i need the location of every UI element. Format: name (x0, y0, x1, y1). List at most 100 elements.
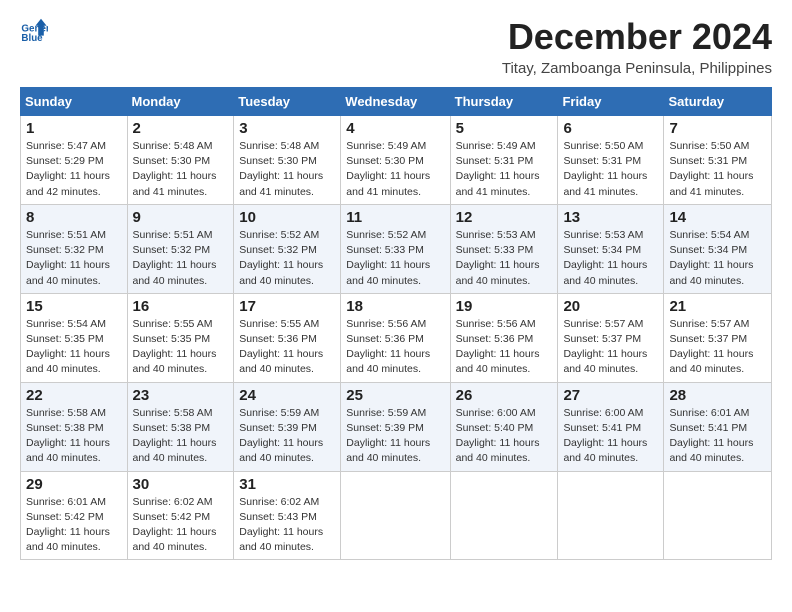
calendar-cell: 12Sunrise: 5:53 AMSunset: 5:33 PMDayligh… (450, 204, 558, 293)
day-info: Sunrise: 6:00 AMSunset: 5:40 PMDaylight:… (456, 406, 553, 467)
day-info: Sunrise: 5:53 AMSunset: 5:34 PMDaylight:… (563, 228, 658, 289)
day-number: 27 (563, 387, 658, 404)
day-number: 20 (563, 298, 658, 315)
day-number: 15 (26, 298, 122, 315)
calendar-cell: 30Sunrise: 6:02 AMSunset: 5:42 PMDayligh… (127, 471, 234, 560)
weekday-header-thursday: Thursday (450, 88, 558, 116)
calendar-cell: 14 Sunrise: 5:54 AMSunset: 5:34 PMDayligh… (664, 204, 772, 293)
calendar-cell: 24 Sunrise: 5:59 AMSunset: 5:39 PMDayligh… (234, 382, 341, 471)
calendar-cell: 9Sunrise: 5:51 AMSunset: 5:32 PMDaylight… (127, 204, 234, 293)
calendar-cell: 21Sunrise: 5:57 AMSunset: 5:37 PMDayligh… (664, 293, 772, 382)
day-number: 7 (669, 120, 766, 137)
day-info: Sunrise: 5:47 AMSunset: 5:29 PMDaylight:… (26, 139, 122, 200)
calendar-cell: 17Sunrise: 5:55 AMSunset: 5:36 PMDayligh… (234, 293, 341, 382)
logo: General Blue (20, 16, 52, 44)
day-info: Sunrise: 5:49 AMSunset: 5:30 PMDaylight:… (346, 139, 444, 200)
day-info: Sunrise: 5:48 AMSunset: 5:30 PMDaylight:… (239, 139, 335, 200)
calendar-week-row: 8 Sunrise: 5:51 AMSunset: 5:32 PMDaylight… (21, 204, 772, 293)
weekday-header-tuesday: Tuesday (234, 88, 341, 116)
day-info: Sunrise: 5:48 AMSunset: 5:30 PMDaylight:… (133, 139, 229, 200)
day-info: Sunrise: 5:58 AMSunset: 5:38 PMDaylight:… (26, 406, 122, 467)
calendar-week-row: 22 Sunrise: 5:58 AMSunset: 5:38 PMDayligh… (21, 382, 772, 471)
calendar-cell: 20 Sunrise: 5:57 AMSunset: 5:37 PMDayligh… (558, 293, 664, 382)
day-number: 6 (563, 120, 658, 137)
day-info: Sunrise: 5:55 AMSunset: 5:35 PMDaylight:… (133, 317, 229, 378)
calendar-cell: 5 Sunrise: 5:49 AMSunset: 5:31 PMDaylight… (450, 116, 558, 205)
day-info: Sunrise: 5:50 AMSunset: 5:31 PMDaylight:… (669, 139, 766, 200)
weekday-header-sunday: Sunday (21, 88, 128, 116)
day-info: Sunrise: 6:01 AMSunset: 5:42 PMDaylight:… (26, 495, 122, 556)
day-info: Sunrise: 5:57 AMSunset: 5:37 PMDaylight:… (563, 317, 658, 378)
calendar-cell: 6Sunrise: 5:50 AMSunset: 5:31 PMDaylight… (558, 116, 664, 205)
day-number: 21 (669, 298, 766, 315)
page-wrapper: General Blue December 2024 Titay, Zamboa… (20, 16, 772, 560)
day-number: 2 (133, 120, 229, 137)
day-number: 4 (346, 120, 444, 137)
day-number: 31 (239, 476, 335, 493)
day-number: 28 (669, 387, 766, 404)
calendar-cell: 15 Sunrise: 5:54 AMSunset: 5:35 PMDayligh… (21, 293, 128, 382)
day-info: Sunrise: 5:59 AMSunset: 5:39 PMDaylight:… (346, 406, 444, 467)
calendar-cell (664, 471, 772, 560)
day-number: 18 (346, 298, 444, 315)
day-number: 14 (669, 209, 766, 226)
day-info: Sunrise: 5:54 AMSunset: 5:34 PMDaylight:… (669, 228, 766, 289)
day-number: 29 (26, 476, 122, 493)
calendar-cell: 2 Sunrise: 5:48 AMSunset: 5:30 PMDaylight… (127, 116, 234, 205)
calendar-table: SundayMondayTuesdayWednesdayThursdayFrid… (20, 87, 772, 560)
day-info: Sunrise: 5:51 AMSunset: 5:32 PMDaylight:… (133, 228, 229, 289)
calendar-cell (558, 471, 664, 560)
calendar-cell: 28 Sunrise: 6:01 AMSunset: 5:41 PMDayligh… (664, 382, 772, 471)
day-info: Sunrise: 5:59 AMSunset: 5:39 PMDaylight:… (239, 406, 335, 467)
logo-icon: General Blue (20, 16, 48, 44)
day-number: 12 (456, 209, 553, 226)
day-number: 25 (346, 387, 444, 404)
title-section: December 2024 Titay, Zamboanga Peninsula… (502, 16, 772, 77)
day-number: 13 (563, 209, 658, 226)
location-title: Titay, Zamboanga Peninsula, Philippines (502, 60, 772, 77)
day-number: 16 (133, 298, 229, 315)
day-number: 17 (239, 298, 335, 315)
calendar-cell: 16 Sunrise: 5:55 AMSunset: 5:35 PMDayligh… (127, 293, 234, 382)
calendar-cell: 25 Sunrise: 5:59 AMSunset: 5:39 PMDayligh… (341, 382, 450, 471)
calendar-cell: 29 Sunrise: 6:01 AMSunset: 5:42 PMDayligh… (21, 471, 128, 560)
calendar-week-row: 1 Sunrise: 5:47 AMSunset: 5:29 PMDaylight… (21, 116, 772, 205)
calendar-cell (341, 471, 450, 560)
calendar-cell: 1 Sunrise: 5:47 AMSunset: 5:29 PMDaylight… (21, 116, 128, 205)
weekday-header-monday: Monday (127, 88, 234, 116)
day-number: 11 (346, 209, 444, 226)
day-number: 22 (26, 387, 122, 404)
day-info: Sunrise: 5:51 AMSunset: 5:32 PMDaylight:… (26, 228, 122, 289)
calendar-cell: 22 Sunrise: 5:58 AMSunset: 5:38 PMDayligh… (21, 382, 128, 471)
day-info: Sunrise: 6:02 AMSunset: 5:43 PMDaylight:… (239, 495, 335, 556)
day-info: Sunrise: 5:52 AMSunset: 5:32 PMDaylight:… (239, 228, 335, 289)
day-info: Sunrise: 5:52 AMSunset: 5:33 PMDaylight:… (346, 228, 444, 289)
day-number: 24 (239, 387, 335, 404)
day-number: 1 (26, 120, 122, 137)
day-number: 23 (133, 387, 229, 404)
day-number: 3 (239, 120, 335, 137)
day-number: 26 (456, 387, 553, 404)
day-number: 10 (239, 209, 335, 226)
day-info: Sunrise: 5:56 AMSunset: 5:36 PMDaylight:… (456, 317, 553, 378)
calendar-cell: 10 Sunrise: 5:52 AMSunset: 5:32 PMDayligh… (234, 204, 341, 293)
day-number: 8 (26, 209, 122, 226)
calendar-cell: 8 Sunrise: 5:51 AMSunset: 5:32 PMDaylight… (21, 204, 128, 293)
weekday-header-row: SundayMondayTuesdayWednesdayThursdayFrid… (21, 88, 772, 116)
calendar-week-row: 15 Sunrise: 5:54 AMSunset: 5:35 PMDayligh… (21, 293, 772, 382)
day-info: Sunrise: 5:56 AMSunset: 5:36 PMDaylight:… (346, 317, 444, 378)
day-info: Sunrise: 6:01 AMSunset: 5:41 PMDaylight:… (669, 406, 766, 467)
day-number: 30 (133, 476, 229, 493)
day-info: Sunrise: 5:58 AMSunset: 5:38 PMDaylight:… (133, 406, 229, 467)
calendar-cell: 4 Sunrise: 5:49 AMSunset: 5:30 PMDaylight… (341, 116, 450, 205)
calendar-cell: 3 Sunrise: 5:48 AMSunset: 5:30 PMDaylight… (234, 116, 341, 205)
day-info: Sunrise: 5:49 AMSunset: 5:31 PMDaylight:… (456, 139, 553, 200)
calendar-cell: 23 Sunrise: 5:58 AMSunset: 5:38 PMDayligh… (127, 382, 234, 471)
calendar-week-row: 29 Sunrise: 6:01 AMSunset: 5:42 PMDayligh… (21, 471, 772, 560)
calendar-cell: 27 Sunrise: 6:00 AMSunset: 5:41 PMDayligh… (558, 382, 664, 471)
day-info: Sunrise: 5:54 AMSunset: 5:35 PMDaylight:… (26, 317, 122, 378)
day-info: Sunrise: 6:00 AMSunset: 5:41 PMDaylight:… (563, 406, 658, 467)
calendar-cell: 7 Sunrise: 5:50 AMSunset: 5:31 PMDaylight… (664, 116, 772, 205)
calendar-cell: 26 Sunrise: 6:00 AMSunset: 5:40 PMDayligh… (450, 382, 558, 471)
day-number: 5 (456, 120, 553, 137)
